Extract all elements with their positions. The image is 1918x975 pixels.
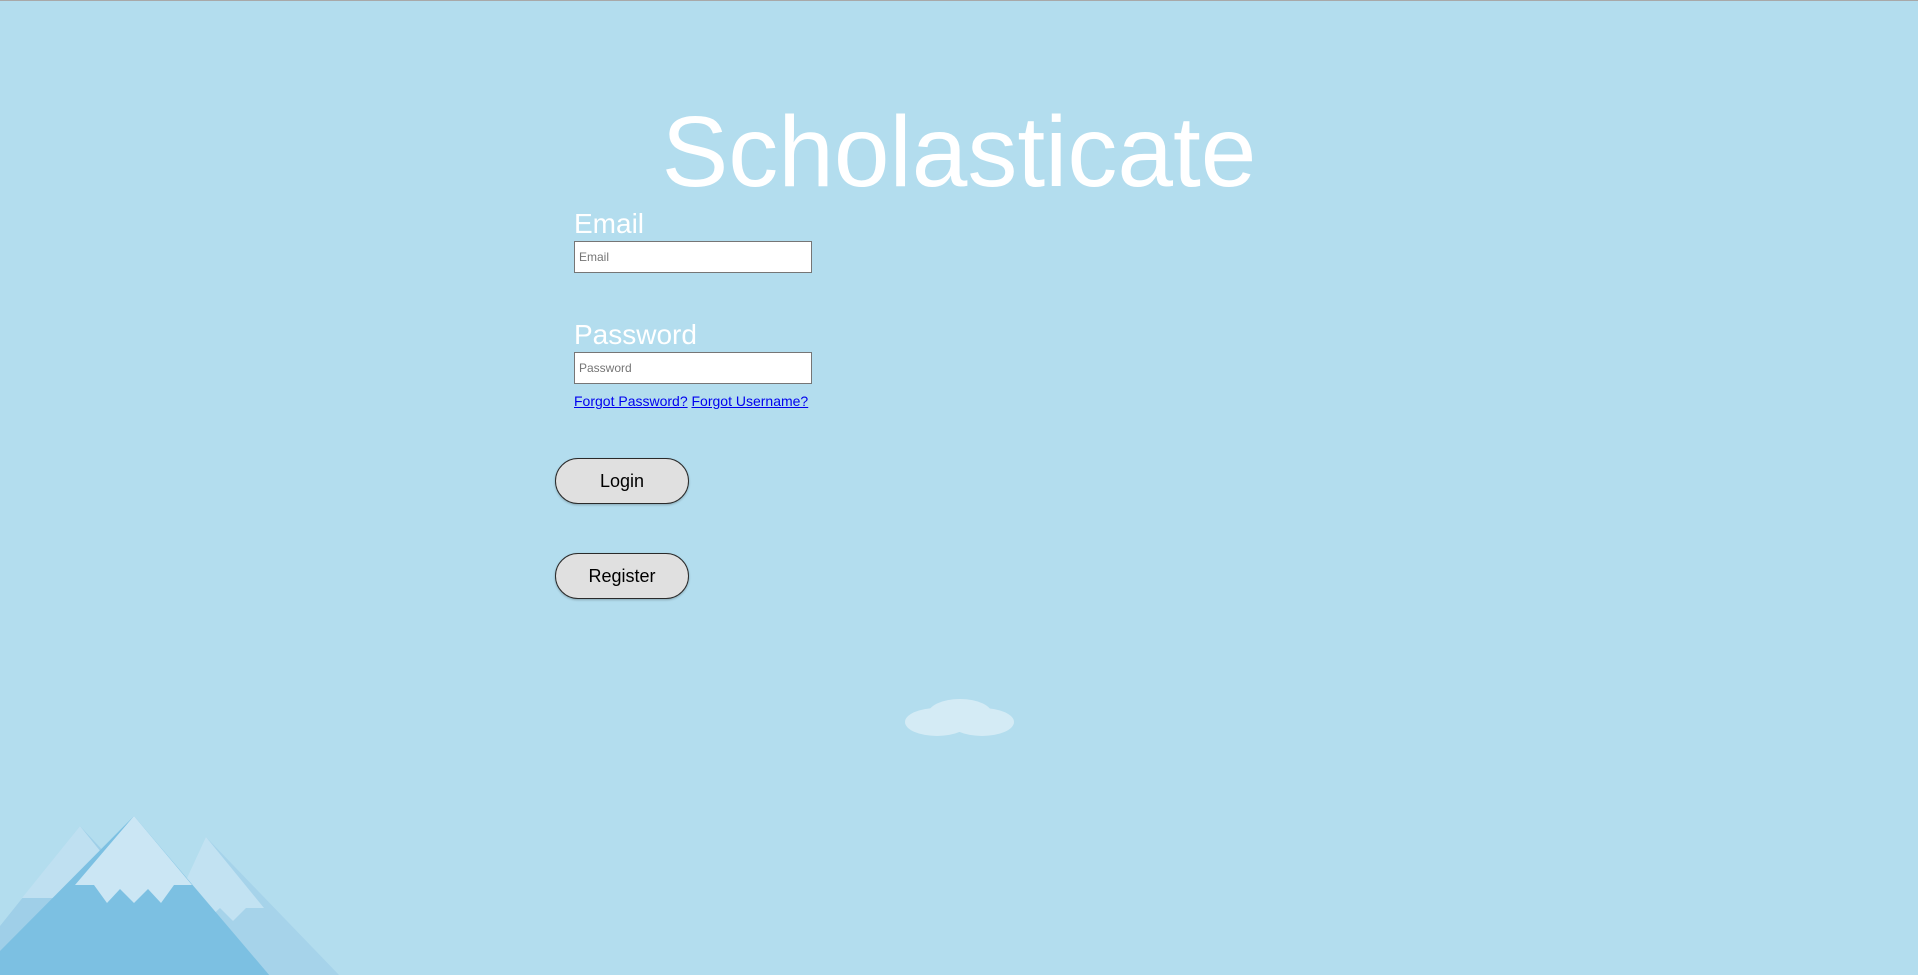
app-title: Scholasticate xyxy=(661,96,1257,208)
password-field[interactable] xyxy=(574,352,812,384)
register-button[interactable]: Register xyxy=(555,553,689,599)
forgot-username-link[interactable]: Forgot Username? xyxy=(692,393,809,409)
recovery-links: Forgot Password? Forgot Username? xyxy=(574,392,808,410)
password-label: Password xyxy=(574,319,697,350)
email-field[interactable] xyxy=(574,241,812,273)
email-label: Email xyxy=(574,208,645,239)
mountains-illustration xyxy=(0,816,340,975)
login-button[interactable]: Login xyxy=(555,458,689,504)
forgot-password-link[interactable]: Forgot Password? xyxy=(574,393,688,409)
cloud-icon xyxy=(905,699,1014,736)
